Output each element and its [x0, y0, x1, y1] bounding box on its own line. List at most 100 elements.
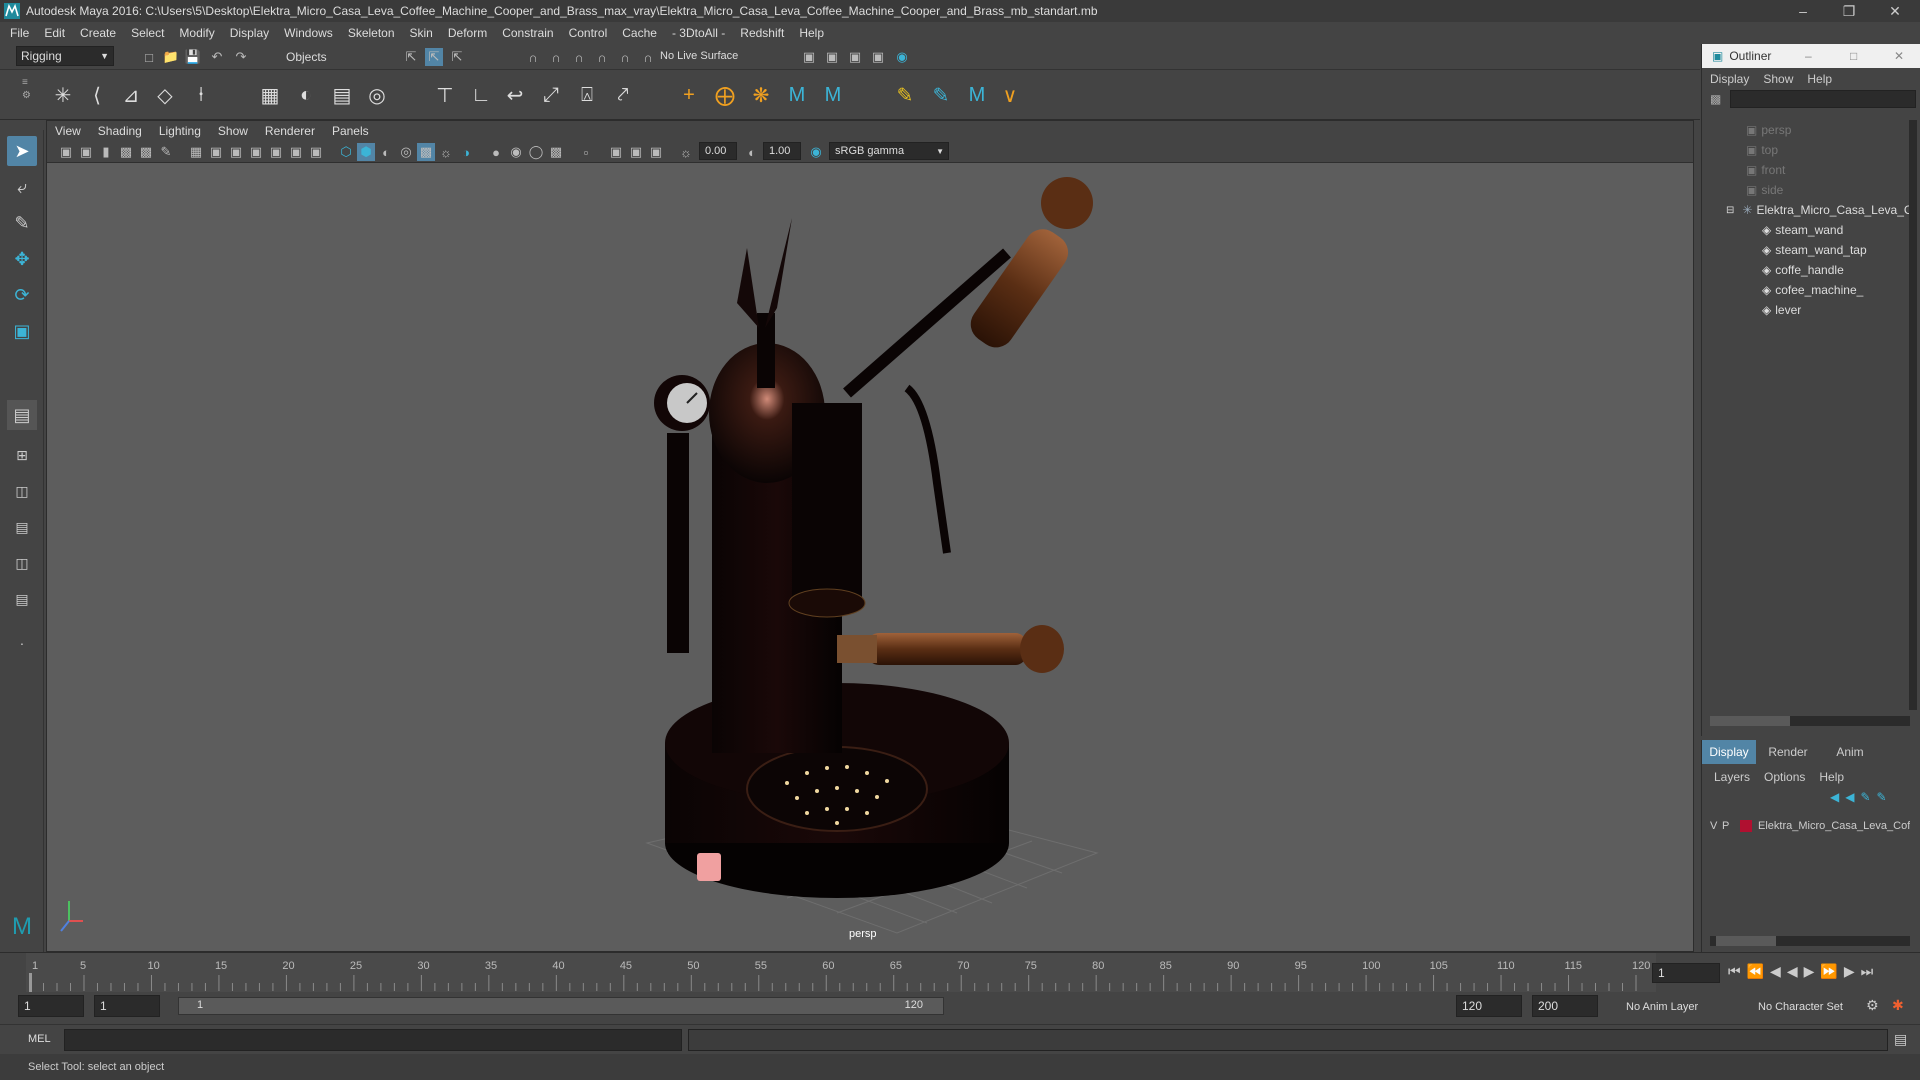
- undo-icon[interactable]: ↶: [208, 48, 226, 66]
- redo-icon[interactable]: ↷: [232, 48, 250, 66]
- paint-weights-icon[interactable]: ✎: [890, 80, 920, 110]
- smooth-shade-icon[interactable]: ⬢: [357, 143, 375, 161]
- current-frame-field[interactable]: 1: [1652, 963, 1720, 983]
- joint-tool-icon[interactable]: ✳: [48, 80, 78, 110]
- select-object-icon[interactable]: ⇱: [425, 48, 443, 66]
- mocap-icon[interactable]: M: [962, 80, 992, 110]
- layer-visibility-toggle[interactable]: V: [1710, 820, 1722, 832]
- orient-constraint-icon[interactable]: ↩: [500, 80, 530, 110]
- menu-deform[interactable]: Deform: [448, 26, 487, 40]
- vp-menu-panels[interactable]: Panels: [332, 124, 369, 138]
- blend-shape-icon[interactable]: ✎: [926, 80, 956, 110]
- bind-skin-icon[interactable]: ▦: [255, 80, 285, 110]
- menu-edit[interactable]: Edit: [44, 26, 65, 40]
- bookmark-icon[interactable]: ▮: [97, 143, 115, 161]
- vp-menu-renderer[interactable]: Renderer: [265, 124, 315, 138]
- mirror-joint-icon[interactable]: ◇: [150, 80, 180, 110]
- paint-select-icon[interactable]: ✎: [7, 208, 37, 238]
- mel-label[interactable]: MEL: [28, 1033, 51, 1045]
- step-forward-frame-icon[interactable]: ▶: [1844, 963, 1855, 980]
- vp-menu-show[interactable]: Show: [218, 124, 248, 138]
- outliner-maximize-icon[interactable]: □: [1850, 49, 1857, 63]
- hik-skeleton-icon[interactable]: M: [818, 80, 848, 110]
- menu-select[interactable]: Select: [131, 26, 164, 40]
- layer-h-scrollbar[interactable]: [1710, 936, 1910, 946]
- curve-warp-icon[interactable]: ⨁: [710, 80, 740, 110]
- film-gate-icon[interactable]: ▣: [207, 143, 225, 161]
- layer-menu-layers[interactable]: Layers: [1714, 770, 1750, 784]
- hypershade-icon[interactable]: ◉: [893, 48, 911, 66]
- vp-menu-shading[interactable]: Shading: [98, 124, 142, 138]
- outliner-item-top[interactable]: ▣ top: [1746, 140, 1778, 160]
- tab-render[interactable]: Render: [1758, 740, 1818, 764]
- menu-help[interactable]: Help: [799, 26, 824, 40]
- two-d-pan-icon[interactable]: ▩: [137, 143, 155, 161]
- snap-grid-icon[interactable]: ∩: [524, 48, 542, 66]
- textured-icon[interactable]: ▩: [417, 143, 435, 161]
- new-scene-icon[interactable]: □: [140, 48, 158, 66]
- layer-row[interactable]: V P Elektra_Micro_Casa_Leva_Cof: [1710, 816, 1916, 836]
- outliner-close-icon[interactable]: ✕: [1894, 49, 1904, 63]
- xray-joints-icon[interactable]: ▣: [627, 143, 645, 161]
- single-perspective-layout-icon[interactable]: ▤: [7, 400, 37, 430]
- menu-redshift[interactable]: Redshift: [740, 26, 784, 40]
- point-constraint-icon[interactable]: ⊤: [430, 80, 460, 110]
- color-management-icon[interactable]: ◉: [807, 143, 825, 161]
- layer-menu-help[interactable]: Help: [1819, 770, 1844, 784]
- cluster-icon[interactable]: ◎: [362, 80, 392, 110]
- outliner-item-persp[interactable]: ▣ persp: [1746, 120, 1791, 140]
- range-slider[interactable]: 1 120: [178, 997, 944, 1015]
- new-layer-icon[interactable]: ✎: [1860, 790, 1870, 804]
- ipr-render-icon[interactable]: ▣: [846, 48, 864, 66]
- pole-vector-icon[interactable]: ⤤: [608, 80, 638, 110]
- xray-active-icon[interactable]: ▣: [647, 143, 665, 161]
- toolbox-more-icon[interactable]: ·: [7, 628, 37, 658]
- outliner-item-steam-wand-tap[interactable]: ◈ steam_wand_tap: [1762, 240, 1867, 260]
- lattice-icon[interactable]: ▤: [327, 80, 357, 110]
- new-layer-selected-icon[interactable]: ✎: [1877, 790, 1887, 804]
- outliner-item-lever[interactable]: ◈ lever: [1762, 300, 1801, 320]
- snap-vertex-icon[interactable]: ∩: [639, 48, 657, 66]
- screen-space-ao-icon[interactable]: ●: [487, 143, 505, 161]
- grease-pencil-icon[interactable]: ✎: [157, 143, 175, 161]
- menu-constrain[interactable]: Constrain: [502, 26, 553, 40]
- render-frame-icon[interactable]: ▣: [800, 48, 818, 66]
- anim-end-field[interactable]: 120: [1456, 995, 1522, 1017]
- use-default-material-icon[interactable]: ◐: [377, 143, 395, 161]
- vp-menu-view[interactable]: View: [55, 124, 81, 138]
- outliner-persp-layout-icon[interactable]: ▤: [7, 584, 37, 614]
- time-slider[interactable]: 1 5 10 15 20 25 30 35 40 45 50 55 60 65 70 75 80 85 90 95 10…: [0, 952, 1920, 993]
- persp-graph-layout-icon[interactable]: ▤: [7, 512, 37, 542]
- outliner-search-input[interactable]: [1730, 90, 1916, 108]
- outliner-item-cofee-machine[interactable]: ◈ cofee_machine_: [1762, 280, 1863, 300]
- snap-point-icon[interactable]: ∩: [570, 48, 588, 66]
- camera-attributes-icon[interactable]: ▣: [77, 143, 95, 161]
- outliner-item-side[interactable]: ▣ side: [1746, 180, 1783, 200]
- field-chart-icon[interactable]: ▣: [267, 143, 285, 161]
- tab-anim[interactable]: Anim: [1820, 740, 1880, 764]
- layer-playback-toggle[interactable]: P: [1722, 820, 1734, 832]
- maximize-button[interactable]: ❐: [1826, 0, 1872, 22]
- step-back-frame-icon[interactable]: ◀: [1770, 963, 1781, 980]
- menu-cache[interactable]: Cache: [622, 26, 657, 40]
- close-button[interactable]: ✕: [1872, 0, 1918, 22]
- menu-3dtoall[interactable]: - 3DtoAll -: [672, 26, 725, 40]
- camera-select-icon[interactable]: ▣: [57, 143, 75, 161]
- go-to-start-icon[interactable]: ⏮: [1728, 963, 1741, 980]
- rotate-tool-icon[interactable]: ⟳: [7, 280, 37, 310]
- locator-icon[interactable]: +: [674, 80, 704, 110]
- aim-constraint-icon[interactable]: ∟: [466, 80, 496, 110]
- select-tool-icon[interactable]: ➤: [7, 136, 37, 166]
- mel-input[interactable]: [64, 1029, 682, 1051]
- move-layer-up-icon[interactable]: ◀: [1830, 790, 1839, 804]
- viewport-canvas[interactable]: persp: [47, 163, 1693, 951]
- menu-file[interactable]: File: [10, 26, 29, 40]
- outliner-item-coffe-handle[interactable]: ◈ coffe_handle: [1762, 260, 1844, 280]
- safe-title-icon[interactable]: ▣: [307, 143, 325, 161]
- side-by-side-layout-icon[interactable]: ◫: [7, 476, 37, 506]
- filter-icon[interactable]: ▩: [1710, 92, 1726, 108]
- anti-alias-icon[interactable]: ◯: [527, 143, 545, 161]
- outliner-menu-display[interactable]: Display: [1710, 72, 1749, 86]
- menu-skin[interactable]: Skin: [410, 26, 433, 40]
- snap-surface-icon[interactable]: ∩: [616, 48, 634, 66]
